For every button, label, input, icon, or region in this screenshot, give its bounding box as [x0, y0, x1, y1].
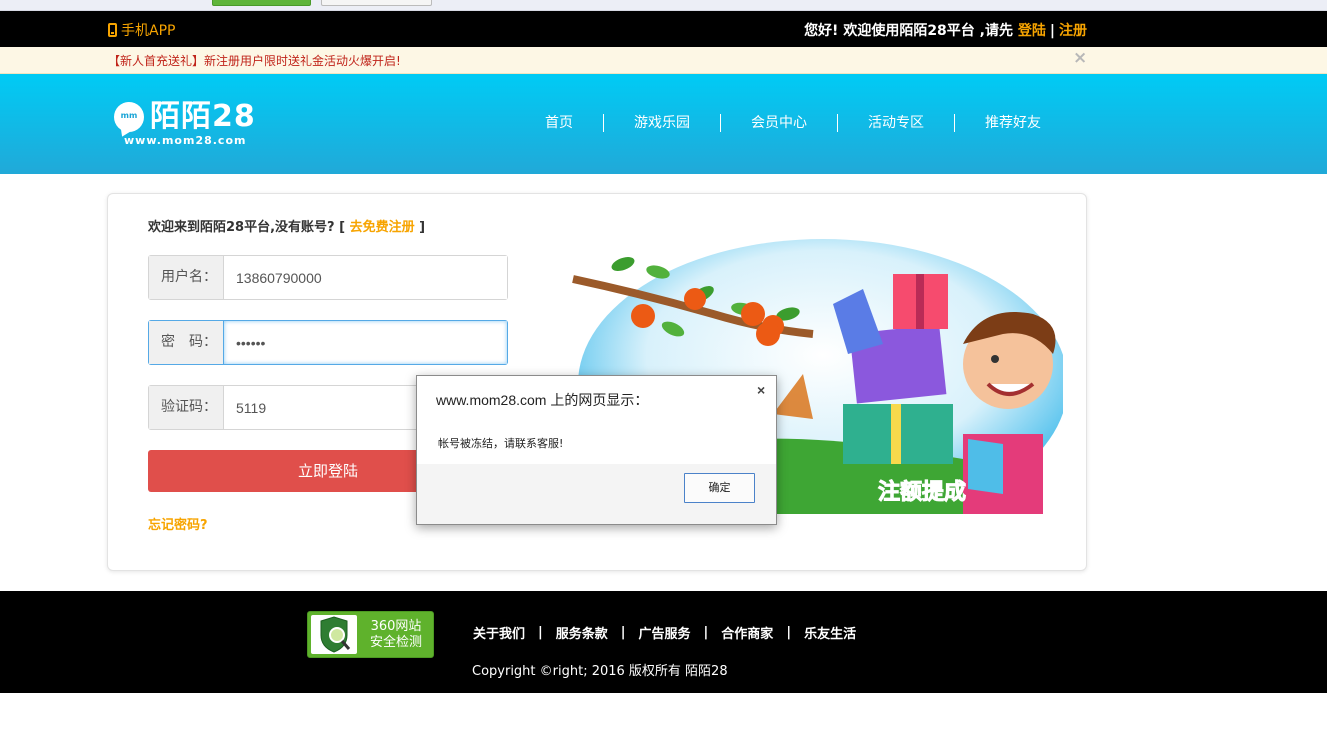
top-bar: 手机APP 您好! 欢迎使用陌陌28平台 ,请先 登陆 | 注册: [0, 11, 1327, 47]
notice-bar: 【新人首充送礼】新注册用户限时送礼金活动火爆开启! ×: [0, 47, 1327, 74]
alert-dialog: www.mom28.com 上的网页显示： × 帐号被冻结，请联系客服! 确定: [416, 375, 777, 525]
badge-text: 360网站 安全检测: [360, 619, 432, 651]
password-field: 密 码：: [148, 320, 508, 365]
nav-item-member[interactable]: 会员中心: [720, 114, 837, 132]
footer-separator: |: [703, 625, 709, 640]
close-icon[interactable]: ×: [1073, 50, 1087, 67]
browser-strip: [0, 0, 1327, 11]
footer-separator: |: [620, 625, 626, 640]
logo-badge: mm: [120, 111, 138, 120]
shield-icon: [320, 616, 351, 653]
free-register-link[interactable]: 去免费注册: [350, 220, 415, 235]
forgot-password-link[interactable]: 忘记密码?: [148, 514, 208, 533]
username-field: 用户名：: [148, 255, 508, 300]
badge-line-2: 安全检测: [369, 635, 422, 650]
mobile-app-label: 手机APP: [121, 23, 176, 39]
nav-item-referral[interactable]: 推荐好友: [954, 114, 1071, 132]
main-nav: 首页 游戏乐园 会员中心 活动专区 推荐好友: [528, 114, 1071, 132]
login-intro-text: 欢迎来到陌陌28平台,没有账号? [: [148, 220, 346, 235]
welcome-message: 您好! 欢迎使用陌陌28平台 ,请先 登陆 | 注册: [804, 20, 1087, 40]
footer-separator: |: [538, 625, 543, 640]
dialog-message: 帐号被冻结，请联系客服!: [438, 437, 564, 450]
nav-item-events[interactable]: 活动专区: [837, 114, 954, 132]
logo-url: www.mom28.com: [124, 134, 247, 147]
phone-icon: [108, 23, 117, 37]
login-intro: 欢迎来到陌陌28平台,没有账号? [ 去免费注册 ]: [148, 216, 425, 235]
welcome-text: 您好! 欢迎使用陌陌28平台 ,请先: [804, 23, 1013, 39]
password-input[interactable]: [224, 321, 507, 364]
nav-item-games[interactable]: 游戏乐园: [603, 114, 720, 132]
footer-separator: |: [786, 625, 792, 640]
promo-banner-text: 注额提成: [878, 479, 966, 505]
mobile-app-link[interactable]: 手机APP: [108, 20, 175, 40]
top-separator: |: [1049, 23, 1055, 39]
strip-button-white[interactable]: [321, 0, 432, 6]
site-logo[interactable]: mm 陌陌28 www.mom28.com: [114, 98, 274, 150]
footer-link-about[interactable]: 关于我们: [473, 623, 525, 642]
username-label: 用户名：: [149, 256, 224, 299]
footer-links: 关于我们 | 服务条款 | 广告服务 | 合作商家 | 乐友生活: [473, 623, 856, 642]
strip-button-green[interactable]: [212, 0, 311, 6]
badge-icon-box: [311, 615, 357, 654]
footer-link-terms[interactable]: 服务条款: [556, 623, 608, 642]
badge-line-1: 360网站: [370, 619, 422, 634]
password-label: 密 码：: [149, 321, 224, 364]
top-register-link[interactable]: 注册: [1059, 23, 1087, 39]
copyright-text: Copyright ©right; 2016 版权所有 陌陌28: [472, 664, 728, 679]
security-badge[interactable]: 360网站 安全检测: [307, 611, 434, 658]
logo-bubble-icon: mm: [114, 102, 144, 132]
close-icon[interactable]: ×: [757, 382, 765, 398]
logo-text: 陌陌28: [150, 99, 256, 134]
top-login-link[interactable]: 登陆: [1018, 23, 1046, 39]
nav-item-home[interactable]: 首页: [528, 114, 603, 132]
site-footer: 360网站 安全检测 关于我们 | 服务条款 | 广告服务 | 合作商家 | 乐…: [0, 591, 1327, 693]
footer-link-life[interactable]: 乐友生活: [804, 623, 856, 642]
dialog-ok-button[interactable]: 确定: [684, 473, 755, 503]
captcha-label: 验证码：: [149, 386, 224, 429]
site-header: mm 陌陌28 www.mom28.com 首页 游戏乐园 会员中心 活动专区 …: [0, 74, 1327, 174]
username-input[interactable]: [224, 256, 507, 299]
footer-link-ads[interactable]: 广告服务: [639, 623, 691, 642]
login-intro-close: ]: [419, 220, 426, 235]
footer-link-partners[interactable]: 合作商家: [721, 623, 773, 642]
dialog-title: www.mom28.com 上的网页显示：: [436, 392, 649, 408]
notice-text[interactable]: 【新人首充送礼】新注册用户限时送礼金活动火爆开启!: [108, 52, 401, 69]
